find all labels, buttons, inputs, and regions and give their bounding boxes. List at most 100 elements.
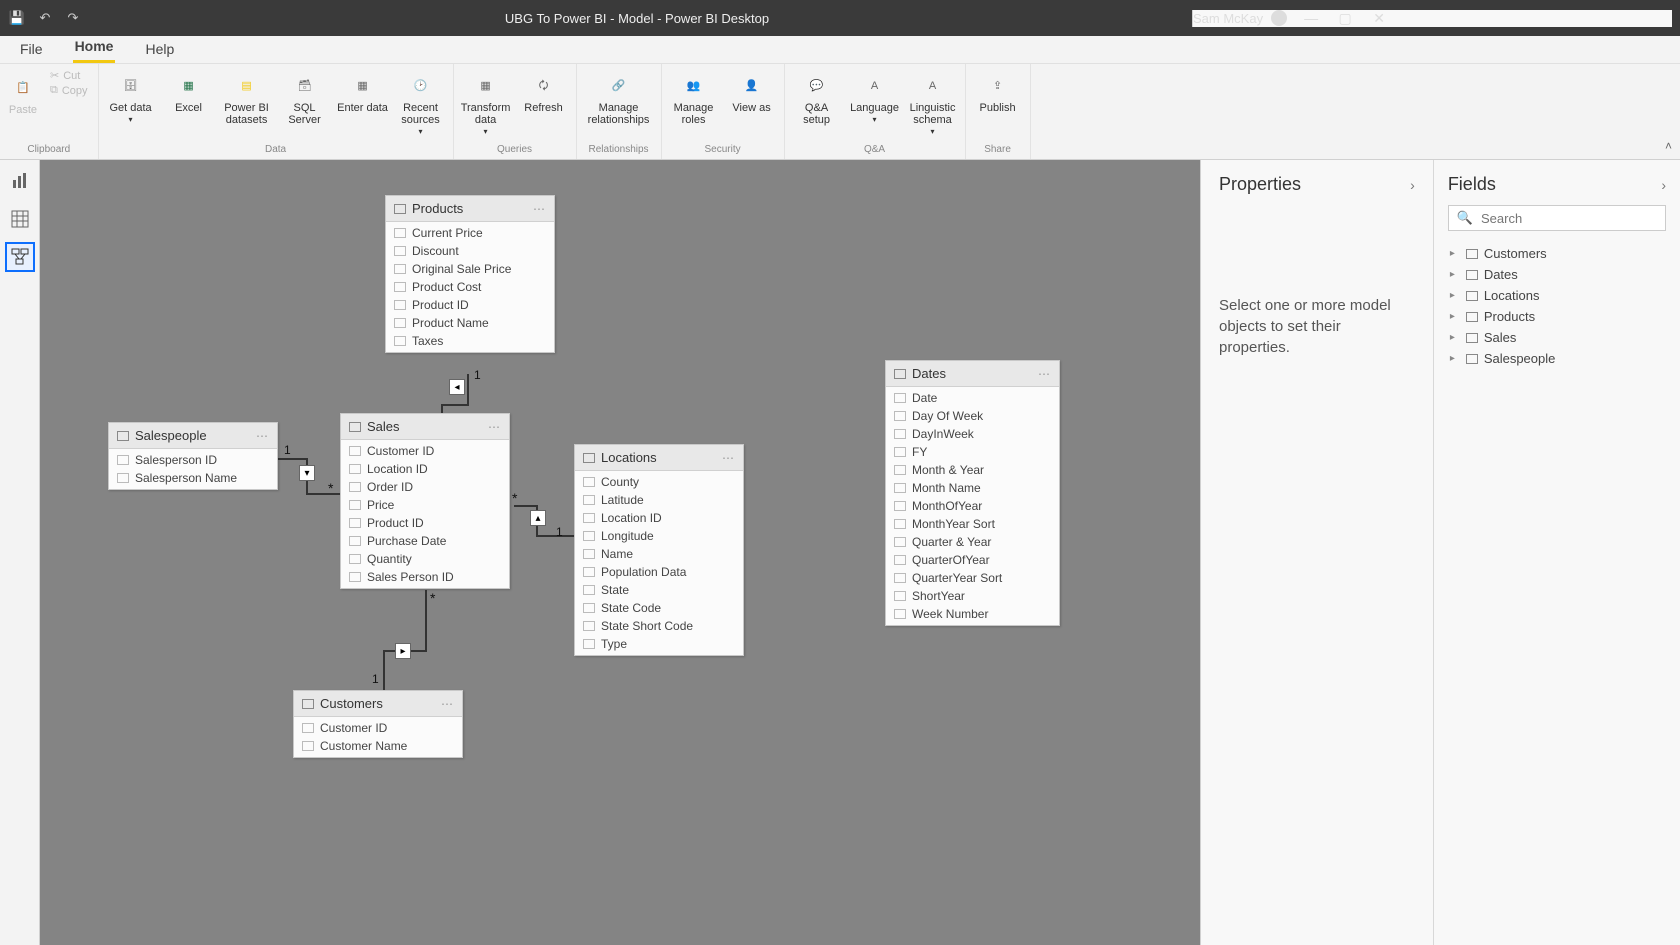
report-view-button[interactable] <box>5 166 35 196</box>
table-column[interactable]: MonthYear Sort <box>886 515 1059 533</box>
view-as-button[interactable]: 👤View as <box>726 68 778 114</box>
tab-home[interactable]: Home <box>73 34 116 63</box>
table-column[interactable]: State Code <box>575 599 743 617</box>
table-column[interactable]: Sales Person ID <box>341 568 509 586</box>
table-customers[interactable]: Customers⋯ Customer IDCustomer Name <box>293 690 463 758</box>
minimize-button[interactable]: — <box>1301 10 1321 26</box>
table-column[interactable]: Quarter & Year <box>886 533 1059 551</box>
table-column[interactable]: Discount <box>386 242 554 260</box>
table-column[interactable]: Type <box>575 635 743 653</box>
table-column[interactable]: Latitude <box>575 491 743 509</box>
table-header[interactable]: Customers⋯ <box>294 691 462 717</box>
tab-help[interactable]: Help <box>143 37 176 63</box>
table-column[interactable]: Location ID <box>575 509 743 527</box>
table-column[interactable]: Month & Year <box>886 461 1059 479</box>
table-column[interactable]: Taxes <box>386 332 554 350</box>
more-options-icon[interactable]: ⋯ <box>722 451 735 465</box>
sql-server-button[interactable]: 🗃SQL Server <box>279 68 331 126</box>
maximize-button[interactable]: ▢ <box>1335 10 1355 27</box>
table-column[interactable]: Product ID <box>341 514 509 532</box>
model-view-button[interactable] <box>5 242 35 272</box>
collapse-fields-icon[interactable]: › <box>1661 177 1666 193</box>
relationship-line[interactable] <box>383 650 385 690</box>
relationship-line[interactable] <box>425 590 427 650</box>
table-salespeople[interactable]: Salespeople⋯ Salesperson IDSalesperson N… <box>108 422 278 490</box>
field-table-item[interactable]: ▸Locations <box>1448 285 1666 306</box>
excel-button[interactable]: ▦Excel <box>163 68 215 114</box>
table-column[interactable]: Location ID <box>341 460 509 478</box>
table-column[interactable]: Customer ID <box>341 442 509 460</box>
table-header[interactable]: Salespeople⋯ <box>109 423 277 449</box>
fields-search[interactable]: 🔍 <box>1448 205 1666 231</box>
table-column[interactable]: ShortYear <box>886 587 1059 605</box>
table-column[interactable]: Salesperson Name <box>109 469 277 487</box>
table-column[interactable]: Quantity <box>341 550 509 568</box>
table-column[interactable]: Product Name <box>386 314 554 332</box>
enter-data-button[interactable]: ▦Enter data <box>337 68 389 114</box>
table-column[interactable]: State <box>575 581 743 599</box>
linguistic-schema-button[interactable]: ALinguistic schema▾ <box>907 68 959 137</box>
more-options-icon[interactable]: ⋯ <box>533 202 546 216</box>
transform-data-button[interactable]: ▦Transform data▾ <box>460 68 512 137</box>
data-view-button[interactable] <box>5 204 35 234</box>
table-column[interactable]: Customer ID <box>294 719 462 737</box>
table-column[interactable]: Product ID <box>386 296 554 314</box>
close-button[interactable]: ✕ <box>1369 10 1389 27</box>
tab-file[interactable]: File <box>18 37 45 63</box>
table-locations[interactable]: Locations⋯ CountyLatitudeLocation IDLong… <box>574 444 744 656</box>
table-column[interactable]: MonthOfYear <box>886 497 1059 515</box>
table-column[interactable]: Day Of Week <box>886 407 1059 425</box>
relationship-line[interactable] <box>276 458 306 460</box>
table-column[interactable]: Date <box>886 389 1059 407</box>
recent-sources-button[interactable]: 🕑Recent sources▾ <box>395 68 447 137</box>
collapse-ribbon-button[interactable]: ˄ <box>1665 139 1672 153</box>
table-column[interactable]: Longitude <box>575 527 743 545</box>
table-column[interactable]: Salesperson ID <box>109 451 277 469</box>
model-canvas[interactable]: ◂ 1 * ▾ 1 ▴ * 1 ▸ * 1 Products⋯ Current … <box>40 160 1200 945</box>
more-options-icon[interactable]: ⋯ <box>488 420 501 434</box>
table-column[interactable]: Current Price <box>386 224 554 242</box>
table-column[interactable]: Order ID <box>341 478 509 496</box>
save-icon[interactable]: 💾 <box>8 9 26 27</box>
table-header[interactable]: Sales⋯ <box>341 414 509 440</box>
relationship-line[interactable] <box>467 374 469 404</box>
search-input[interactable] <box>1481 211 1657 226</box>
table-column[interactable]: QuarterOfYear <box>886 551 1059 569</box>
table-header[interactable]: Dates⋯ <box>886 361 1059 387</box>
table-column[interactable]: County <box>575 473 743 491</box>
refresh-button[interactable]: 🗘Refresh <box>518 68 570 114</box>
table-column[interactable]: State Short Code <box>575 617 743 635</box>
user-account[interactable]: Sam McKay <box>1193 10 1287 26</box>
table-column[interactable]: Purchase Date <box>341 532 509 550</box>
qa-setup-button[interactable]: 💬Q&A setup <box>791 68 843 126</box>
table-dates[interactable]: Dates⋯ DateDay Of WeekDayInWeekFYMonth &… <box>885 360 1060 626</box>
table-column[interactable]: Week Number <box>886 605 1059 623</box>
publish-button[interactable]: ⇪Publish <box>972 68 1024 114</box>
collapse-properties-icon[interactable]: › <box>1410 177 1415 193</box>
table-column[interactable]: Population Data <box>575 563 743 581</box>
table-column[interactable]: DayInWeek <box>886 425 1059 443</box>
more-options-icon[interactable]: ⋯ <box>1038 367 1051 381</box>
more-options-icon[interactable]: ⋯ <box>256 429 269 443</box>
field-table-item[interactable]: ▸Customers <box>1448 243 1666 264</box>
manage-relationships-button[interactable]: 🔗Manage relationships <box>583 68 655 126</box>
table-column[interactable]: Customer Name <box>294 737 462 755</box>
relationship-line[interactable] <box>441 404 469 406</box>
table-column[interactable]: Product Cost <box>386 278 554 296</box>
table-column[interactable]: Name <box>575 545 743 563</box>
pbi-datasets-button[interactable]: ▤Power BI datasets <box>221 68 273 126</box>
field-table-item[interactable]: ▸Sales <box>1448 327 1666 348</box>
more-options-icon[interactable]: ⋯ <box>441 697 454 711</box>
table-column[interactable]: Price <box>341 496 509 514</box>
redo-icon[interactable]: ↷ <box>64 9 82 27</box>
field-table-item[interactable]: ▸Dates <box>1448 264 1666 285</box>
undo-icon[interactable]: ↶ <box>36 9 54 27</box>
get-data-button[interactable]: 🗄Get data▾ <box>105 68 157 125</box>
table-sales[interactable]: Sales⋯ Customer IDLocation IDOrder IDPri… <box>340 413 510 589</box>
table-column[interactable]: Month Name <box>886 479 1059 497</box>
table-header[interactable]: Products⋯ <box>386 196 554 222</box>
table-header[interactable]: Locations⋯ <box>575 445 743 471</box>
table-column[interactable]: QuarterYear Sort <box>886 569 1059 587</box>
field-table-item[interactable]: ▸Salespeople <box>1448 348 1666 369</box>
language-button[interactable]: ALanguage▾ <box>849 68 901 125</box>
